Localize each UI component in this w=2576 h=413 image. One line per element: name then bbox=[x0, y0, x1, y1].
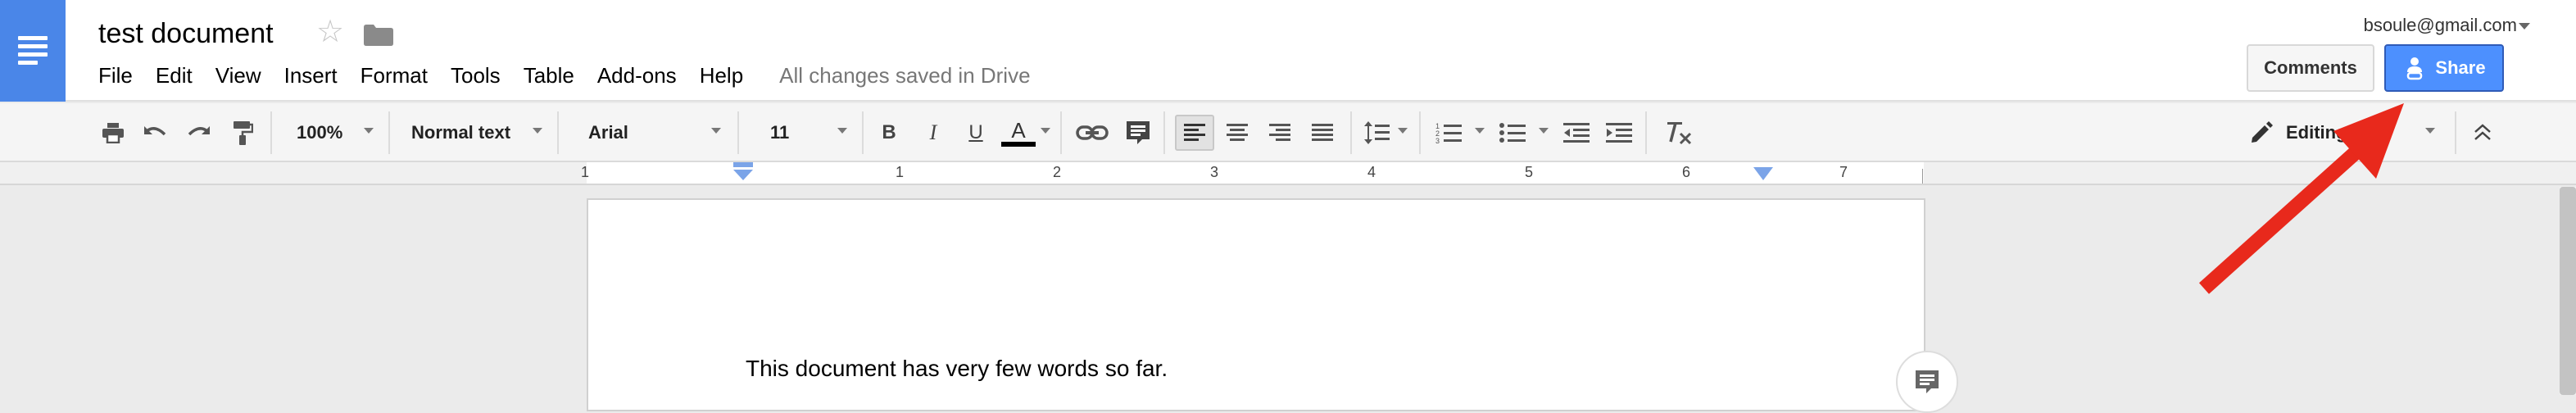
paragraph-style-dropdown[interactable]: Normal text bbox=[405, 115, 552, 151]
zoom-value: 100% bbox=[297, 122, 343, 143]
numbered-list-icon[interactable]: 123 bbox=[1432, 115, 1465, 151]
bold-label: B bbox=[882, 121, 896, 143]
ruler-number: 6 bbox=[1681, 164, 1691, 180]
document-title[interactable]: test document bbox=[98, 18, 274, 50]
underline-label: U bbox=[968, 121, 983, 143]
text-color-label: A bbox=[1011, 118, 1026, 143]
ruler: 1 1 2 3 4 5 6 7 bbox=[0, 162, 2576, 185]
menu-bar: File Edit View Insert Format Tools Table… bbox=[87, 61, 1031, 90]
ruler-number: 4 bbox=[1367, 164, 1376, 180]
formatting-toolbar: 100% Normal text Arial 11 B I U A 1 2 3 … bbox=[0, 103, 2576, 162]
ruler-number: 7 bbox=[1839, 164, 1848, 180]
editing-mode-value: Editing bbox=[2286, 122, 2347, 143]
text-color-button[interactable]: A bbox=[1000, 115, 1037, 151]
menu-table[interactable]: Table bbox=[512, 63, 586, 88]
account-email[interactable]: bsoule@gmail.com bbox=[2364, 15, 2517, 36]
docs-logo-icon[interactable] bbox=[0, 0, 66, 102]
editing-mode-caret-icon[interactable] bbox=[2425, 128, 2435, 134]
font-size-caret-icon[interactable] bbox=[837, 128, 847, 134]
document-canvas: This document has very few words so far. bbox=[0, 187, 2576, 411]
ruler-page-area bbox=[587, 162, 1924, 184]
text-color-swatch bbox=[1001, 142, 1036, 147]
undo-icon[interactable] bbox=[141, 115, 170, 151]
menu-format[interactable]: Format bbox=[349, 63, 439, 88]
align-left-icon[interactable] bbox=[1175, 115, 1214, 151]
comment-icon[interactable] bbox=[1121, 115, 1155, 151]
redo-icon[interactable] bbox=[184, 115, 213, 151]
line-spacing-caret-icon[interactable] bbox=[1398, 128, 1408, 134]
zoom-caret-icon[interactable] bbox=[364, 128, 374, 134]
font-caret-icon[interactable] bbox=[711, 128, 721, 134]
justify-icon[interactable] bbox=[1303, 115, 1342, 151]
menu-view[interactable]: View bbox=[204, 63, 273, 88]
docs-header: test document ☆ File Edit View Insert Fo… bbox=[0, 0, 2576, 102]
scrollbar-thumb[interactable] bbox=[2560, 187, 2576, 395]
star-icon[interactable]: ☆ bbox=[316, 16, 344, 48]
font-size-value: 11 bbox=[770, 122, 790, 143]
ruler-tick bbox=[1922, 169, 1923, 184]
left-indent-marker-icon[interactable] bbox=[732, 162, 754, 184]
align-right-icon[interactable] bbox=[1260, 115, 1299, 151]
numbered-list-caret-icon[interactable] bbox=[1475, 128, 1485, 134]
menu-tools[interactable]: Tools bbox=[439, 63, 512, 88]
comment-bubble-icon bbox=[1916, 370, 1939, 393]
clear-formatting-icon[interactable] bbox=[1660, 115, 1696, 151]
ruler-number: 1 bbox=[580, 164, 590, 180]
bulleted-list-caret-icon[interactable] bbox=[1539, 128, 1549, 134]
font-value: Arial bbox=[588, 122, 628, 143]
link-icon[interactable] bbox=[1073, 115, 1111, 151]
menu-add-ons[interactable]: Add-ons bbox=[586, 63, 688, 88]
italic-label: I bbox=[929, 120, 937, 144]
increase-indent-icon[interactable] bbox=[1603, 115, 1635, 151]
editing-mode-dropdown[interactable]: Editing bbox=[2286, 115, 2376, 151]
share-label: Share bbox=[2435, 57, 2486, 78]
underline-button[interactable]: U bbox=[962, 115, 990, 151]
align-center-icon[interactable] bbox=[1218, 115, 1257, 151]
document-body-text[interactable]: This document has very few words so far. bbox=[746, 356, 1168, 382]
decrease-indent-icon[interactable] bbox=[1560, 115, 1593, 151]
paragraph-style-value: Normal text bbox=[411, 122, 511, 143]
right-indent-marker-icon[interactable] bbox=[1753, 167, 1773, 182]
account-dropdown-caret-icon[interactable] bbox=[2519, 23, 2530, 30]
print-icon[interactable] bbox=[98, 115, 128, 151]
menu-insert[interactable]: Insert bbox=[273, 63, 349, 88]
ruler-number: 1 bbox=[895, 164, 905, 180]
text-color-caret-icon[interactable] bbox=[1041, 128, 1050, 134]
document-page[interactable]: This document has very few words so far. bbox=[587, 198, 1925, 411]
style-caret-icon[interactable] bbox=[533, 128, 542, 134]
share-people-icon bbox=[2407, 57, 2423, 80]
pencil-icon[interactable] bbox=[2247, 115, 2276, 151]
paint-format-icon[interactable] bbox=[228, 115, 257, 151]
menu-file[interactable]: File bbox=[87, 63, 144, 88]
save-status[interactable]: All changes saved in Drive bbox=[779, 63, 1030, 88]
add-comment-button[interactable] bbox=[1896, 351, 1958, 413]
ruler-number: 3 bbox=[1209, 164, 1219, 180]
bulleted-list-icon[interactable] bbox=[1496, 115, 1529, 151]
collapse-icon[interactable] bbox=[2466, 115, 2499, 151]
ruler-number: 5 bbox=[1524, 164, 1534, 180]
line-spacing-icon[interactable] bbox=[1360, 115, 1393, 151]
share-button[interactable]: Share bbox=[2384, 44, 2504, 92]
comments-button[interactable]: Comments bbox=[2247, 44, 2374, 92]
menu-edit[interactable]: Edit bbox=[144, 63, 204, 88]
ruler-number: 2 bbox=[1052, 164, 1062, 180]
folder-icon[interactable] bbox=[364, 25, 393, 46]
svg-text:3: 3 bbox=[1435, 137, 1440, 144]
italic-button[interactable]: I bbox=[919, 115, 947, 151]
menu-help[interactable]: Help bbox=[688, 63, 755, 88]
bold-button[interactable]: B bbox=[875, 115, 903, 151]
